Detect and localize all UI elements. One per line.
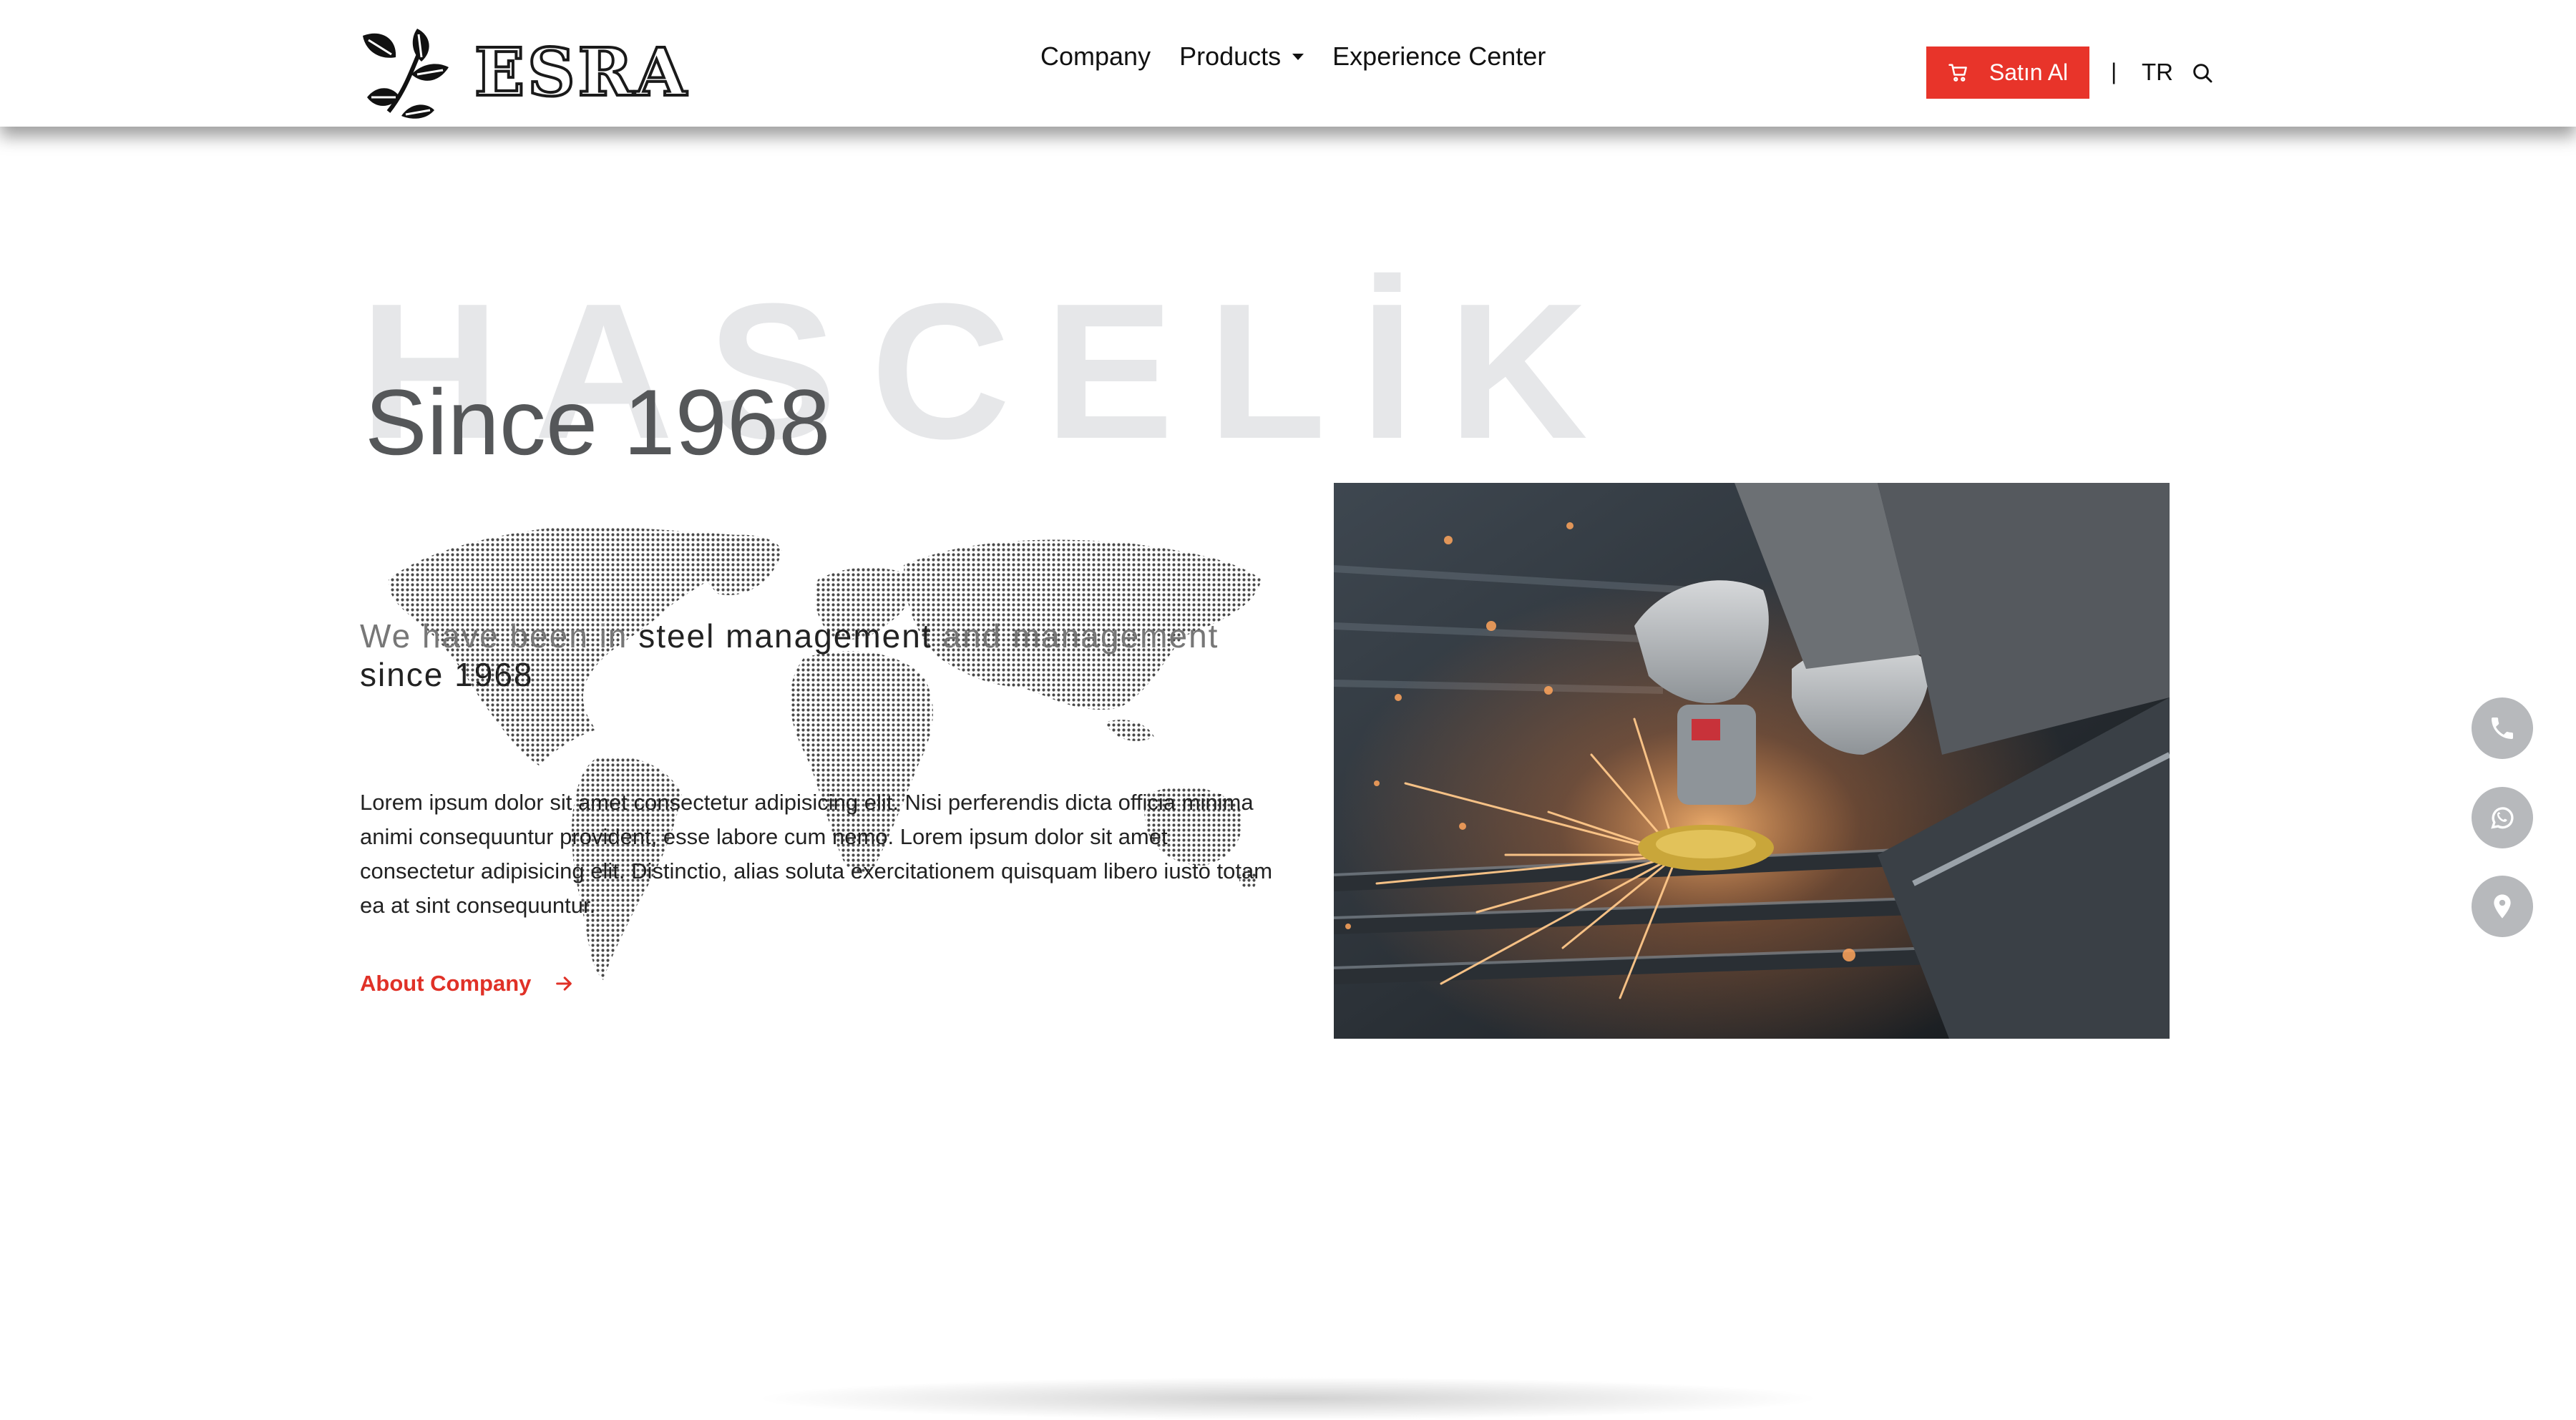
chevron-down-icon bbox=[1292, 53, 1304, 60]
phone-button[interactable] bbox=[2472, 697, 2533, 759]
hero-tagline: We have been in steel management and man… bbox=[360, 617, 1304, 694]
hero-photo bbox=[1334, 483, 2170, 1039]
buy-button-label: Satın Al bbox=[1989, 59, 2069, 85]
cart-icon bbox=[1948, 64, 1967, 82]
site-header: ESRA Company Products Experience Center … bbox=[0, 0, 2576, 127]
nav-item-label: Products bbox=[1179, 41, 1282, 71]
nav-item-label: Experience Center bbox=[1332, 41, 1546, 71]
whatsapp-icon bbox=[2491, 807, 2514, 829]
tagline-text: We have been in bbox=[360, 617, 639, 655]
main-nav: Company Products Experience Center bbox=[1040, 41, 1574, 72]
buy-button[interactable]: Satın Al bbox=[1926, 46, 2089, 99]
search-icon[interactable] bbox=[2191, 62, 2214, 84]
nav-item-experience-center[interactable]: Experience Center bbox=[1332, 41, 1546, 72]
world-map-icon bbox=[389, 526, 1262, 980]
header-separator: | bbox=[2111, 59, 2117, 84]
language-switch[interactable]: TR bbox=[2142, 59, 2173, 86]
arrow-right-icon bbox=[556, 976, 572, 991]
tagline-emphasis: since 1968 bbox=[360, 656, 534, 693]
tagline-text: and management bbox=[932, 617, 1219, 655]
logo-text: ESRA bbox=[473, 34, 690, 111]
location-pin-icon bbox=[2494, 894, 2511, 919]
hero-paragraph: Lorem ipsum dolor sit amet consectetur a… bbox=[360, 790, 1273, 918]
section-shadow bbox=[751, 1377, 1825, 1420]
location-button[interactable] bbox=[2472, 876, 2533, 937]
brand-logo[interactable]: ESRA bbox=[360, 26, 689, 119]
nav-item-company[interactable]: Company bbox=[1040, 41, 1151, 72]
leaf-logo-icon bbox=[363, 29, 449, 119]
nav-item-label: Company bbox=[1040, 41, 1151, 71]
about-company-link[interactable]: About Company bbox=[360, 971, 574, 997]
about-company-label: About Company bbox=[360, 971, 532, 996]
phone-icon bbox=[2492, 718, 2513, 739]
nav-item-products[interactable]: Products bbox=[1179, 41, 1304, 72]
whatsapp-button[interactable] bbox=[2472, 787, 2533, 848]
page-title: Since 1968 bbox=[365, 370, 831, 474]
tagline-emphasis: steel management bbox=[638, 617, 932, 655]
